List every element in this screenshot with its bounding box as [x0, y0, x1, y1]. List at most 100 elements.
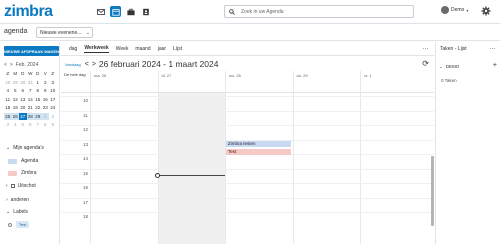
- prev-week-icon[interactable]: <: [85, 61, 89, 68]
- labels-label: Labels: [13, 209, 28, 215]
- mail-icon[interactable]: [95, 6, 106, 17]
- mini-calendar-day[interactable]: 3: [4, 121, 12, 128]
- next-month-icon[interactable]: >: [10, 62, 13, 68]
- mini-calendar-day[interactable]: 9: [42, 87, 50, 94]
- mini-calendar: < > Feb. 2024 Z M D W D V Z 28 29 30 31 1 2 3 4 5 6 7 8 9 10…: [4, 62, 58, 128]
- add-task-icon[interactable]: +: [493, 62, 497, 69]
- gear-icon[interactable]: [481, 6, 491, 16]
- chevron-down-icon: ⌄: [85, 30, 90, 36]
- mini-calendar-day[interactable]: 18: [4, 104, 12, 111]
- mini-calendar-day[interactable]: 4: [4, 87, 12, 94]
- today-button[interactable]: Vandaag: [65, 62, 81, 67]
- mini-calendar-day[interactable]: 16: [42, 96, 50, 103]
- shared-header[interactable]: › Uitschot: [6, 183, 36, 189]
- calendar-event[interactable]: Test: [226, 148, 291, 155]
- mini-calendar-day[interactable]: 30: [19, 79, 27, 86]
- new-item-dropdown[interactable]: Nieuwe evenene... ⌄: [36, 27, 93, 38]
- view-tab-jaar[interactable]: jaar: [158, 46, 166, 52]
- mini-calendar-day[interactable]: 1: [41, 112, 49, 120]
- mini-calendar-day[interactable]: 3: [49, 79, 57, 86]
- mini-calendar-day[interactable]: 6: [27, 121, 35, 128]
- mini-calendar-day[interactable]: 29: [34, 112, 42, 120]
- refresh-icon[interactable]: ⟳: [422, 59, 429, 68]
- view-tab-week[interactable]: Week: [116, 46, 129, 52]
- others-header[interactable]: › anderen: [6, 197, 29, 203]
- mini-calendar-day[interactable]: 8: [42, 121, 50, 128]
- mini-calendar-day[interactable]: 24: [49, 104, 57, 111]
- mini-calendar-weekday: M: [13, 71, 18, 76]
- view-tab-dag[interactable]: dag: [69, 46, 77, 52]
- mini-calendar-day[interactable]: 14: [27, 96, 35, 103]
- mini-calendar-day[interactable]: 6: [19, 87, 27, 94]
- mini-calendar-day[interactable]: 29: [12, 79, 20, 86]
- agenda-item-zimbra[interactable]: Zimbra: [8, 170, 37, 176]
- hour-row: 14: [61, 154, 434, 169]
- mini-calendar-day[interactable]: 28: [4, 79, 12, 86]
- tasks-group-header[interactable]: ⌄ DEMO: [439, 64, 459, 70]
- view-tab-werkweek[interactable]: Werkweek: [84, 45, 109, 53]
- all-day-label: De hele dag: [64, 72, 86, 77]
- agenda-color-swatch: [8, 170, 17, 176]
- next-week-icon[interactable]: >: [92, 61, 96, 68]
- mini-calendar-day[interactable]: 7: [27, 87, 35, 94]
- mini-calendar-day[interactable]: 27: [19, 112, 27, 120]
- prev-month-icon[interactable]: <: [4, 62, 7, 68]
- mini-calendar-day[interactable]: 28: [26, 112, 34, 120]
- mini-calendar-day[interactable]: 9: [49, 121, 57, 128]
- mini-calendar-day[interactable]: 20: [19, 104, 27, 111]
- label-item-test[interactable]: Test: [8, 221, 30, 228]
- mini-calendar-day[interactable]: 4: [12, 121, 20, 128]
- box-icon: [10, 184, 15, 188]
- mini-calendar-day[interactable]: 11: [4, 96, 12, 103]
- mini-calendar-day[interactable]: 25: [4, 112, 12, 120]
- vertical-scrollbar[interactable]: [431, 156, 434, 226]
- mini-calendar-day[interactable]: 12: [12, 96, 20, 103]
- mini-calendar-day[interactable]: 13: [19, 96, 27, 103]
- mini-calendar-day[interactable]: 5: [19, 121, 27, 128]
- view-tab-lijst[interactable]: Lijst: [173, 46, 182, 52]
- labels-header[interactable]: ⌄ Labels: [6, 209, 28, 215]
- mini-calendar-day[interactable]: 7: [34, 121, 42, 128]
- contacts-icon[interactable]: [140, 6, 151, 17]
- calendar-icon[interactable]: [110, 6, 121, 17]
- agenda-item-agenda[interactable]: Agenda: [8, 158, 38, 164]
- user-menu[interactable]: Demo ▾: [441, 6, 468, 14]
- hour-row: 10: [61, 96, 434, 111]
- mini-calendar-day[interactable]: 21: [27, 104, 35, 111]
- new-appointment-button[interactable]: NIEUWE AFSPRAAK MAKEN: [4, 46, 59, 56]
- calendar-event[interactable]: Zimbra testen: [226, 140, 291, 147]
- more-options-icon[interactable]: …: [422, 44, 429, 51]
- briefcase-icon[interactable]: [125, 6, 136, 17]
- my-agendas-header[interactable]: ⌄ Mijn agenda's: [6, 145, 44, 151]
- app-label: agenda: [4, 28, 28, 35]
- mini-calendar-day[interactable]: 8: [34, 87, 42, 94]
- mini-calendar-day[interactable]: 2: [42, 79, 50, 86]
- mini-calendar-day[interactable]: 23: [42, 104, 50, 111]
- day-header[interactable]: vr. 1: [360, 71, 428, 93]
- hour-label: 13: [83, 141, 89, 147]
- zimbra-logo[interactable]: zimbra: [4, 3, 53, 21]
- day-header[interactable]: do. 29: [292, 71, 361, 93]
- username: Demo: [451, 7, 465, 13]
- calendar-toolbar: Vandaag < > 26 februari 2024 - 1 maart 2…: [61, 57, 434, 71]
- day-header[interactable]: ma. 26: [90, 71, 158, 93]
- mini-calendar-day[interactable]: 1: [34, 79, 42, 86]
- day-header[interactable]: wo. 28: [225, 71, 293, 93]
- hour-label: 18: [83, 214, 89, 219]
- day-header[interactable]: di. 27: [157, 71, 226, 93]
- agenda-item-label: Zimbra: [21, 170, 37, 176]
- mini-calendar-weekday: D: [36, 71, 40, 76]
- mini-calendar-day[interactable]: 10: [49, 87, 57, 94]
- mini-calendar-day[interactable]: 26: [11, 112, 19, 120]
- mini-calendar-day[interactable]: 31: [27, 79, 35, 86]
- mini-calendar-day[interactable]: 17: [49, 96, 57, 103]
- mini-calendar-day[interactable]: 22: [34, 104, 42, 111]
- mini-calendar-day[interactable]: 19: [12, 104, 20, 111]
- tasks-group-label: DEMO: [445, 64, 460, 69]
- mini-calendar-day[interactable]: 5: [12, 87, 20, 94]
- mini-calendar-day[interactable]: 2: [49, 113, 57, 120]
- more-options-icon[interactable]: …: [489, 44, 496, 51]
- mini-calendar-day[interactable]: 15: [34, 96, 42, 103]
- search-input[interactable]: Zoek in uw Agenda: [224, 5, 414, 18]
- view-tab-maand[interactable]: maand: [135, 46, 150, 52]
